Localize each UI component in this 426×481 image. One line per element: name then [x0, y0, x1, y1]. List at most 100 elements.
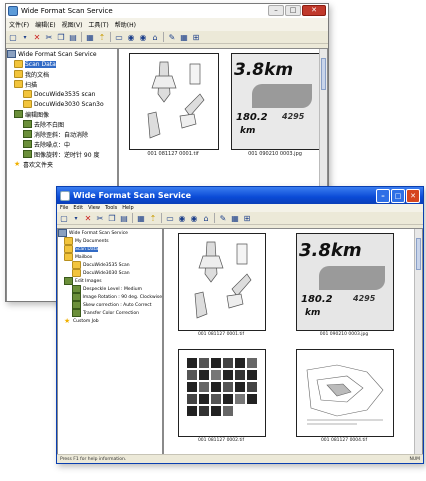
grid-icon[interactable]: ▦	[179, 32, 189, 42]
folder-icon	[64, 245, 73, 253]
poster-mid-text: 180.2	[301, 294, 333, 305]
minimize-button[interactable]: –	[376, 189, 390, 203]
thumbnail-caption: 001 090210 0003.jpg	[319, 332, 369, 337]
tree-item[interactable]: ★ 喜欢文件夹	[7, 159, 117, 169]
scan-icon[interactable]: ⌂	[201, 213, 211, 223]
front-thumbnail-pane: 001 081127 0001.tif 3.8km 180.2 km 4295 …	[163, 228, 423, 456]
photo-grid-image	[187, 358, 257, 416]
edit-icon	[72, 285, 81, 293]
thumbnail-map[interactable]	[296, 349, 394, 437]
folder-icon	[23, 100, 32, 108]
maximize-button[interactable]: □	[391, 189, 405, 203]
menu-file[interactable]: File	[60, 205, 68, 211]
new-icon[interactable]: ▢	[59, 213, 69, 223]
menu-help[interactable]: 帮助(H)	[115, 20, 136, 29]
tree-item[interactable]: 扫描	[7, 79, 117, 89]
thumbnail-drawing[interactable]	[129, 53, 219, 150]
tree-item[interactable]: 消除歪斜：自动消除	[7, 129, 117, 139]
maximize-button[interactable]: □	[285, 5, 301, 16]
menu-tools[interactable]: Tools	[105, 205, 117, 211]
tree-item[interactable]: DocuWide3535 Scan	[58, 261, 162, 269]
tree-item[interactable]: 图像旋转：逆时针 90 度	[7, 149, 117, 159]
edit-icon	[23, 140, 32, 148]
tree-item[interactable]: Scan Data	[58, 245, 162, 253]
thumbnail-icon[interactable]: ⊞	[242, 213, 252, 223]
tree-item[interactable]: DocuWide3030 Scan3o	[7, 99, 117, 109]
back-toolbar: ▢ ▾ ✕ ✂ ❐ ▤ ▦ ⇡ ▭ ◉ ◉ ⌂ ✎ ▦ ⊞	[6, 31, 328, 44]
view-icon[interactable]: ▭	[114, 32, 124, 42]
dropdown-icon[interactable]: ▾	[20, 32, 30, 42]
thumbnail-poster[interactable]: 3.8km 180.2 km 4295	[231, 53, 321, 150]
copy-icon[interactable]: ❐	[56, 32, 66, 42]
tree-item[interactable]: Wide Format Scan Service	[7, 49, 117, 59]
menu-view[interactable]: View	[88, 205, 100, 211]
forward-nav-icon[interactable]: ◉	[189, 213, 199, 223]
menu-view[interactable]: 视图(V)	[62, 20, 83, 29]
edit-icon	[23, 130, 32, 138]
tree-item[interactable]: DocuWide3030 Scan	[58, 269, 162, 277]
paste-icon[interactable]: ▤	[119, 213, 129, 223]
delete-icon[interactable]: ✕	[83, 213, 93, 223]
back-menu-bar: 文件(F) 编辑(E) 视图(V) 工具(T) 帮助(H)	[6, 18, 328, 31]
back-nav-icon[interactable]: ◉	[126, 32, 136, 42]
front-title-bar[interactable]: Wide Format Scan Service – □ ✕	[57, 187, 423, 204]
back-window-title: Wide Format Scan Service	[21, 7, 113, 15]
scan-icon[interactable]: ⌂	[150, 32, 160, 42]
tree-item[interactable]: Skew correction : Auto Correct	[58, 301, 162, 309]
tree-item[interactable]: Wide Format Scan Service	[58, 229, 162, 237]
cut-icon[interactable]: ✂	[44, 32, 54, 42]
thumbnail-poster[interactable]: 3.8km 180.2 km 4295	[296, 233, 394, 331]
shuttle-drawing-image	[147, 61, 205, 139]
tree-item[interactable]: 编辑图像	[7, 109, 117, 119]
close-button[interactable]: ✕	[406, 189, 420, 203]
delete-icon[interactable]: ✕	[32, 32, 42, 42]
copy-icon[interactable]: ❐	[107, 213, 117, 223]
folder-icon	[14, 70, 23, 78]
cut-icon[interactable]: ✂	[95, 213, 105, 223]
menu-edit[interactable]: 编辑(E)	[35, 20, 55, 29]
star-icon: ★	[64, 317, 71, 325]
folder-icon	[64, 253, 73, 261]
tree-item[interactable]: Scan Data	[7, 59, 117, 69]
menu-tools[interactable]: 工具(T)	[88, 20, 108, 29]
close-button[interactable]: ✕	[302, 5, 326, 16]
view-icon[interactable]: ▭	[165, 213, 175, 223]
star-icon: ★	[14, 160, 21, 168]
menu-help[interactable]: Help	[122, 205, 133, 211]
tree-item[interactable]: 去除噪点：中	[7, 139, 117, 149]
tree-item[interactable]: Despeckle Level : Medium	[58, 285, 162, 293]
properties-icon[interactable]: ▦	[136, 213, 146, 223]
menu-edit[interactable]: Edit	[73, 205, 83, 211]
toolbar-separator	[110, 32, 111, 42]
tree-item[interactable]: DocuWide3535 scan	[7, 89, 117, 99]
forward-nav-icon[interactable]: ◉	[138, 32, 148, 42]
back-title-bar[interactable]: Wide Format Scan Service – □ ✕	[6, 4, 328, 18]
scroll-thumb[interactable]	[416, 238, 421, 270]
new-icon[interactable]: ▢	[8, 32, 18, 42]
tree-item[interactable]: Transfer Color Correction	[58, 309, 162, 317]
up-folder-icon[interactable]: ⇡	[148, 213, 158, 223]
folder-icon	[72, 261, 81, 269]
properties-icon[interactable]: ▦	[85, 32, 95, 42]
paste-icon[interactable]: ▤	[68, 32, 78, 42]
tree-item[interactable]: Mailbox	[58, 253, 162, 261]
dropdown-icon[interactable]: ▾	[71, 213, 81, 223]
tree-item[interactable]: Edit Images	[58, 277, 162, 285]
back-nav-icon[interactable]: ◉	[177, 213, 187, 223]
edit-image-icon[interactable]: ✎	[167, 32, 177, 42]
up-folder-icon[interactable]: ⇡	[97, 32, 107, 42]
front-vertical-scrollbar[interactable]	[414, 229, 422, 455]
tree-item[interactable]: My Documents	[58, 237, 162, 245]
tree-item[interactable]: 去除不白图	[7, 119, 117, 129]
menu-file[interactable]: 文件(F)	[9, 20, 29, 29]
thumbnail-drawing[interactable]	[178, 233, 266, 331]
grid-icon[interactable]: ▦	[230, 213, 240, 223]
tree-item[interactable]: 我的文档	[7, 69, 117, 79]
tree-item[interactable]: ★ Custom Job	[58, 317, 162, 325]
thumbnail-icon[interactable]: ⊞	[191, 32, 201, 42]
minimize-button[interactable]: –	[268, 5, 284, 16]
edit-image-icon[interactable]: ✎	[218, 213, 228, 223]
thumbnail-photo-grid[interactable]	[178, 349, 266, 437]
tree-item[interactable]: Image Rotation : 90 deg. Clockwise	[58, 293, 162, 301]
scroll-thumb[interactable]	[321, 58, 326, 90]
